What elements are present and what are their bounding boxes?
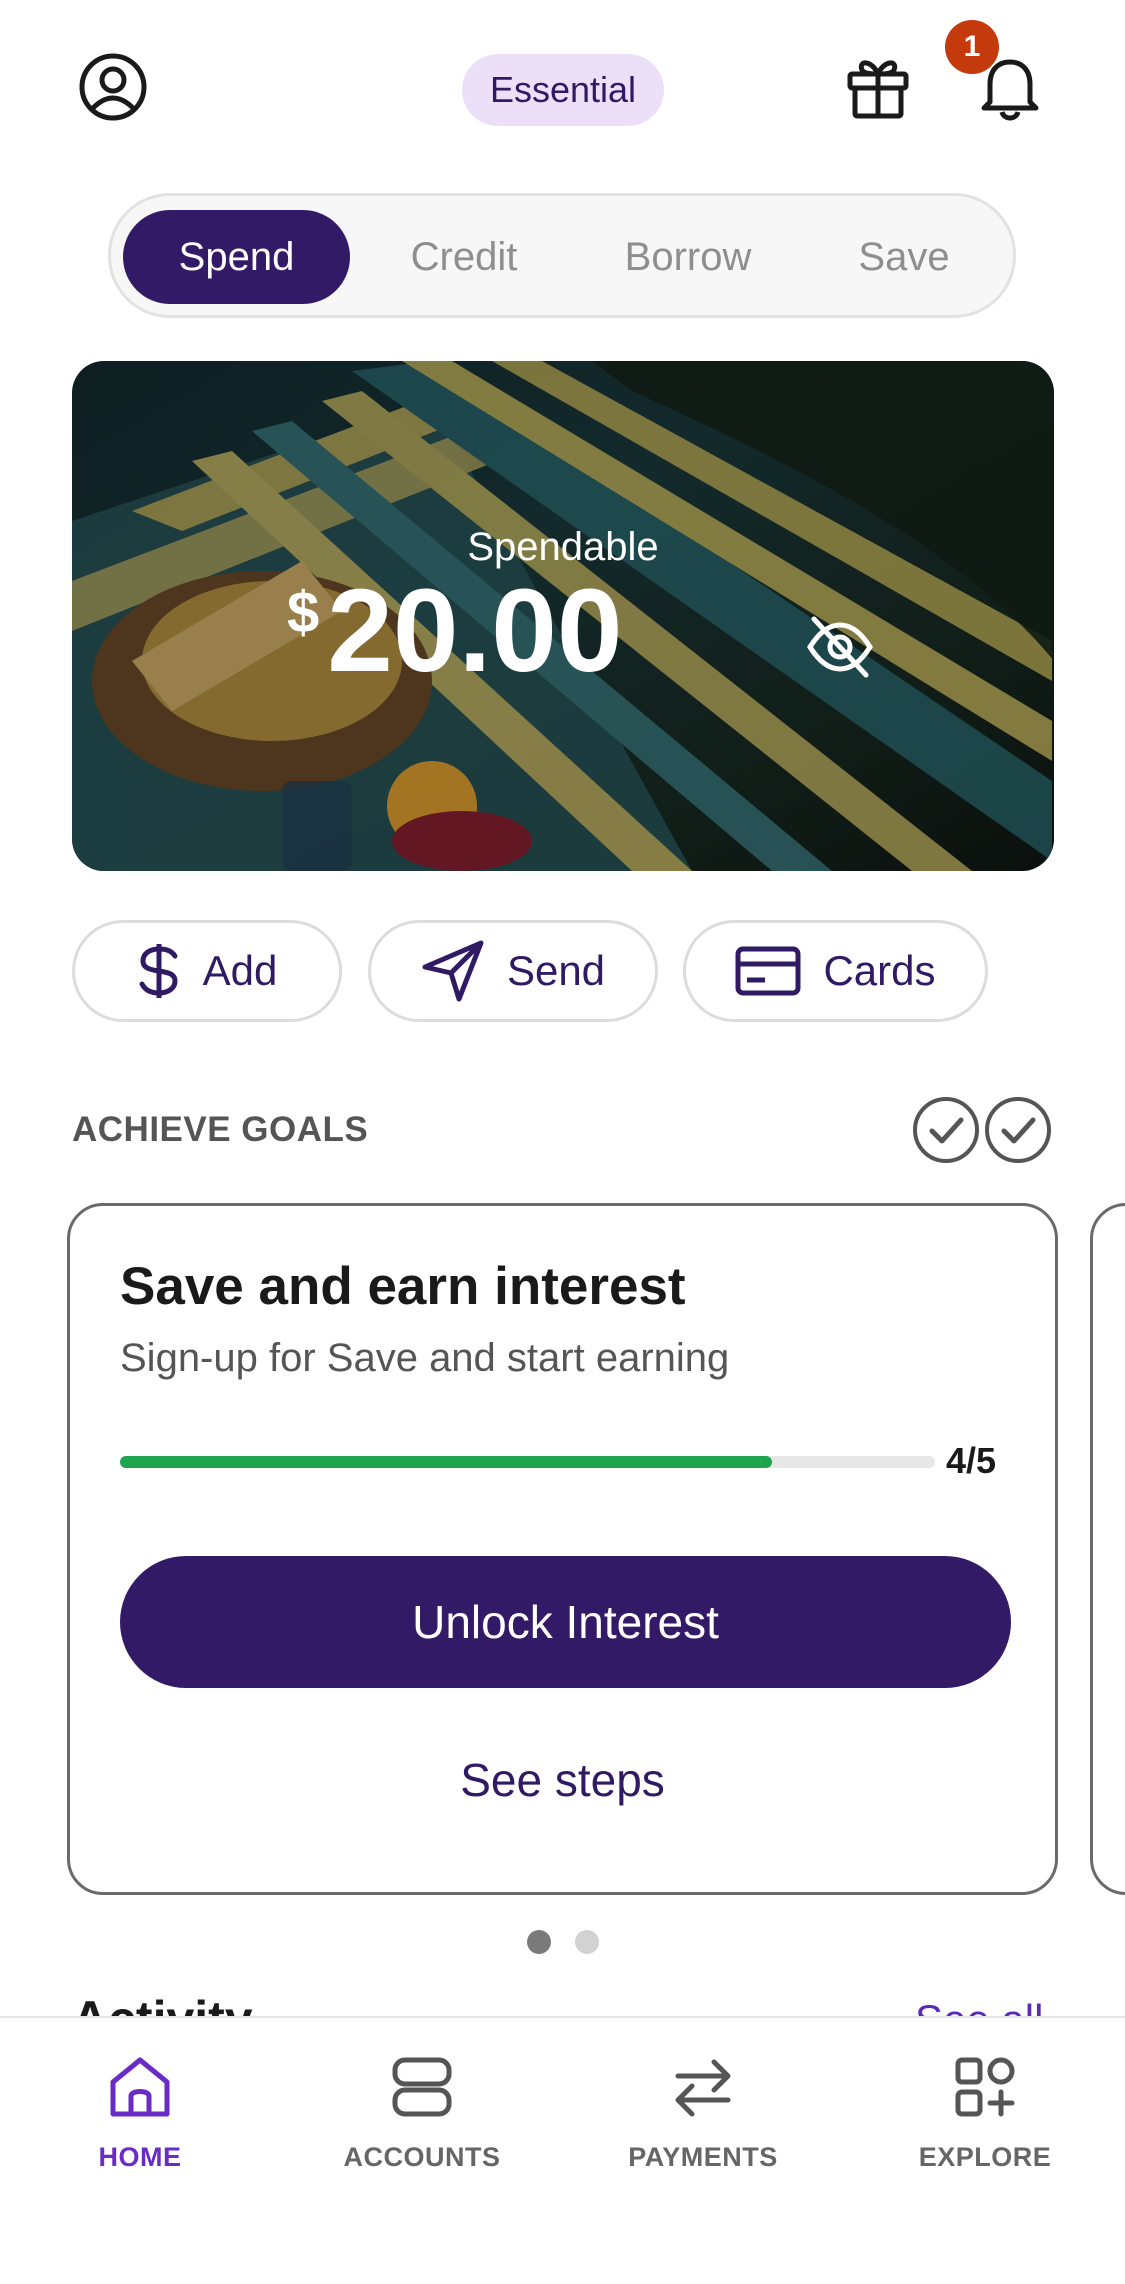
currency-symbol: $ [287, 580, 320, 645]
profile-icon[interactable] [78, 52, 148, 122]
home-icon [110, 2057, 170, 2117]
send-icon [422, 940, 484, 1002]
explore-icon [955, 2057, 1015, 2117]
tab-save[interactable]: Save [795, 210, 1013, 304]
nav-home-label: HOME [98, 2142, 182, 2172]
nav-accounts[interactable]: ACCOUNTS [302, 2042, 542, 2202]
unlock-interest-button[interactable]: Unlock Interest [120, 1556, 1011, 1688]
tab-credit[interactable]: Credit [355, 210, 573, 304]
check-circle-icon [985, 1097, 1051, 1163]
nav-explore[interactable]: EXPLORE [865, 2042, 1105, 2202]
next-goal-card-peek[interactable] [1090, 1203, 1125, 1895]
see-steps-link[interactable]: See steps [70, 1753, 1055, 1807]
add-money-button[interactable]: Add [72, 920, 342, 1022]
balance-value: 20.00 [327, 565, 623, 697]
card-icon [735, 946, 801, 996]
goal-subtitle: Sign-up for Save and start earning [120, 1336, 730, 1380]
accounts-icon [392, 2057, 452, 2117]
goals-section-title: ACHIEVE GOALS [72, 1110, 369, 1149]
goal-progress-bar [120, 1456, 935, 1468]
balance-amount: $ 20.00 [287, 561, 623, 701]
pager-dot-active[interactable] [527, 1930, 551, 1954]
gift-icon[interactable] [842, 50, 914, 122]
pager-dot[interactable] [575, 1930, 599, 1954]
tab-borrow[interactable]: Borrow [579, 210, 797, 304]
bottom-navigation: HOME ACCOUNTS PAYMENTS EXPLORE [0, 2016, 1125, 2284]
nav-payments[interactable]: PAYMENTS [583, 2042, 823, 2202]
eye-off-icon[interactable] [804, 611, 876, 683]
send-money-button[interactable]: Send [368, 920, 658, 1022]
nav-home[interactable]: HOME [20, 2042, 260, 2202]
cards-button[interactable]: Cards [683, 920, 988, 1022]
goal-progress-fill [120, 1456, 772, 1468]
top-bar: Essential 1 [0, 0, 1125, 180]
add-label: Add [202, 947, 278, 994]
nav-payments-label: PAYMENTS [628, 2142, 778, 2172]
dollar-icon [139, 944, 178, 998]
nav-accounts-label: ACCOUNTS [343, 2142, 501, 2172]
goal-progress-text: 4/5 [946, 1440, 997, 1481]
tab-spend[interactable]: Spend [123, 210, 350, 304]
nav-explore-label: EXPLORE [918, 2142, 1052, 2172]
notification-count-badge: 1 [945, 20, 999, 74]
check-circle-icon [913, 1097, 979, 1163]
transfer-icon [675, 2059, 731, 2117]
cards-label: Cards [823, 947, 936, 994]
plan-badge[interactable]: Essential [462, 54, 664, 126]
product-tabs: Spend Credit Borrow Save [108, 193, 1016, 318]
send-label: Send [506, 947, 606, 994]
goal-title: Save and earn interest [120, 1257, 686, 1316]
balance-card[interactable]: Spendable $ 20.00 [72, 361, 1054, 871]
goal-card: Save and earn interest Sign-up for Save … [67, 1203, 1058, 1895]
